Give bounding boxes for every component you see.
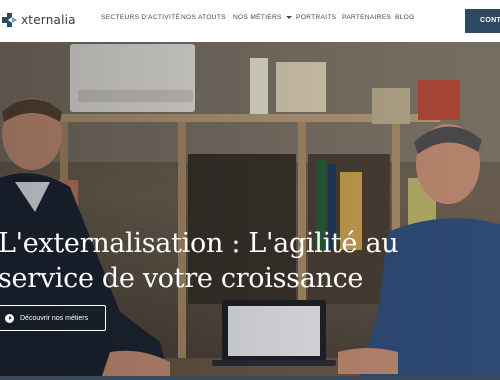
nav-item-metiers[interactable]: NOS MÉTIERS [233, 14, 292, 21]
hero-headline-line1: L'externalisation : L'agilité au [0, 228, 399, 259]
chevron-down-icon [285, 16, 292, 19]
logo[interactable]: xternalia [0, 11, 76, 29]
play-circle-icon [5, 313, 14, 323]
hero-headline: L'externalisation : L'agilité au service… [0, 226, 458, 296]
site-header: xternalia SECTEURS D'ACTIVITÉ NOS ATOUTS… [0, 0, 500, 42]
puzzle-arrow-logo-icon [0, 11, 20, 29]
hero-headline-line2: service de votre croissance [0, 263, 364, 294]
nav-item-blog[interactable]: BLOG [395, 14, 415, 21]
nav-item-metiers-label: NOS MÉTIERS [233, 14, 282, 21]
hero-section: L'externalisation : L'agilité au service… [0, 42, 500, 380]
discover-metiers-label: Découvrir nos métiers [20, 314, 89, 322]
discover-metiers-button[interactable]: Découvrir nos métiers [0, 305, 106, 331]
nav-item-secteurs[interactable]: SECTEURS D'ACTIVITÉ [101, 14, 180, 21]
nav-item-partenaires[interactable]: PARTENAIRES [342, 14, 391, 21]
brand-name: xternalia [21, 13, 76, 27]
nav-item-atouts[interactable]: NOS ATOUTS [181, 14, 226, 21]
bottom-strip [0, 376, 500, 380]
nav-item-portraits[interactable]: PORTRAITS [296, 14, 336, 21]
contact-button[interactable]: CONTA [465, 9, 500, 33]
